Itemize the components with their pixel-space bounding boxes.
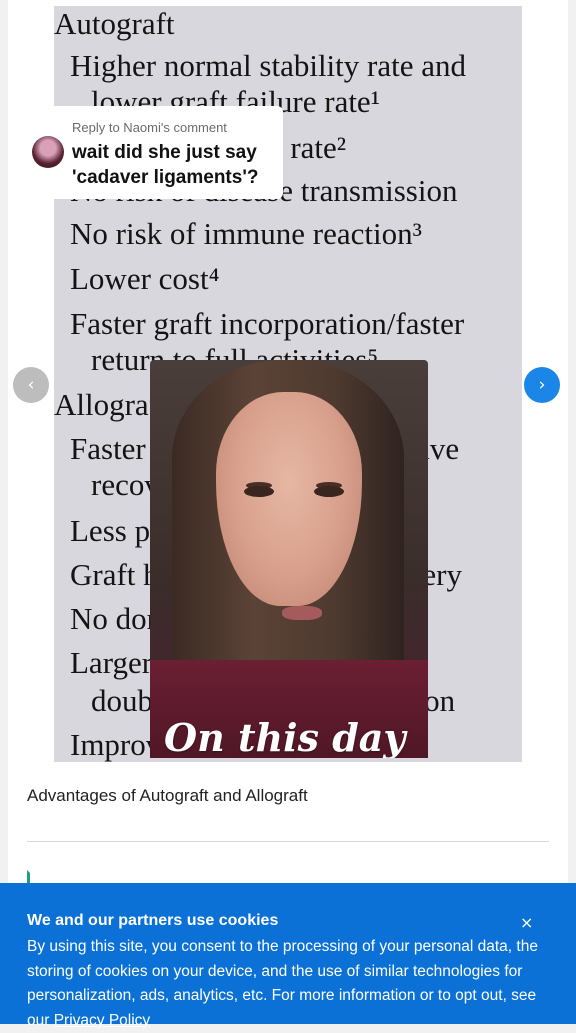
person-mouth (282, 606, 322, 620)
cookie-title: We and our partners use cookies (27, 912, 279, 929)
avatar (32, 136, 64, 168)
chevron-left-icon: ‹ (27, 375, 35, 395)
video-overlay-text: On this day (164, 715, 406, 758)
image-caption: Advantages of Autograft and Allograft (27, 786, 308, 805)
person-eye-left (244, 486, 274, 497)
slide-line: Higher normal stability rate and (70, 48, 466, 83)
next-slide-button[interactable]: › (524, 367, 560, 403)
person-face (216, 392, 362, 606)
reply-comment-bubble[interactable]: Reply to Naomi's comment wait did she ju… (27, 106, 283, 199)
slide-line: Faster graft incorporation/faster (70, 306, 465, 341)
cookie-banner: We and our partners use cookies × By usi… (0, 883, 576, 1029)
privacy-policy-link[interactable]: Privacy Policy (54, 1012, 150, 1029)
person-eye-right (314, 486, 344, 497)
chevron-right-icon: › (538, 375, 546, 395)
cookie-body: By using this site, you consent to the p… (27, 935, 557, 1033)
previous-slide-button[interactable]: ‹ (13, 367, 49, 403)
reply-text: wait did she just say 'cadaver ligaments… (72, 142, 259, 188)
slide-line: No risk of immune reaction³ (70, 216, 422, 251)
close-icon[interactable]: × (520, 913, 533, 932)
video-overlay[interactable]: On this day (150, 360, 428, 758)
slide-line: Autograft (54, 6, 175, 41)
divider (27, 841, 549, 842)
reply-meta: Reply to Naomi's comment (72, 120, 227, 135)
slide-line: Lower cost⁴ (70, 261, 220, 296)
